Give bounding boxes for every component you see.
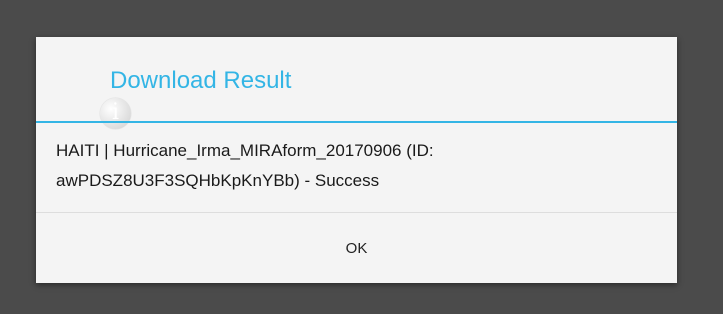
title-divider [36,121,677,123]
dialog-message: HAITI | Hurricane_Irma_MIRAform_20170906… [56,141,434,190]
ok-button[interactable]: OK [36,213,677,283]
dialog-title: Download Result [110,67,292,94]
dialog-header: i Download Result [36,37,677,129]
download-result-dialog: i Download Result HAITI | Hurricane_Irma… [36,37,677,283]
info-icon: i [100,98,131,129]
